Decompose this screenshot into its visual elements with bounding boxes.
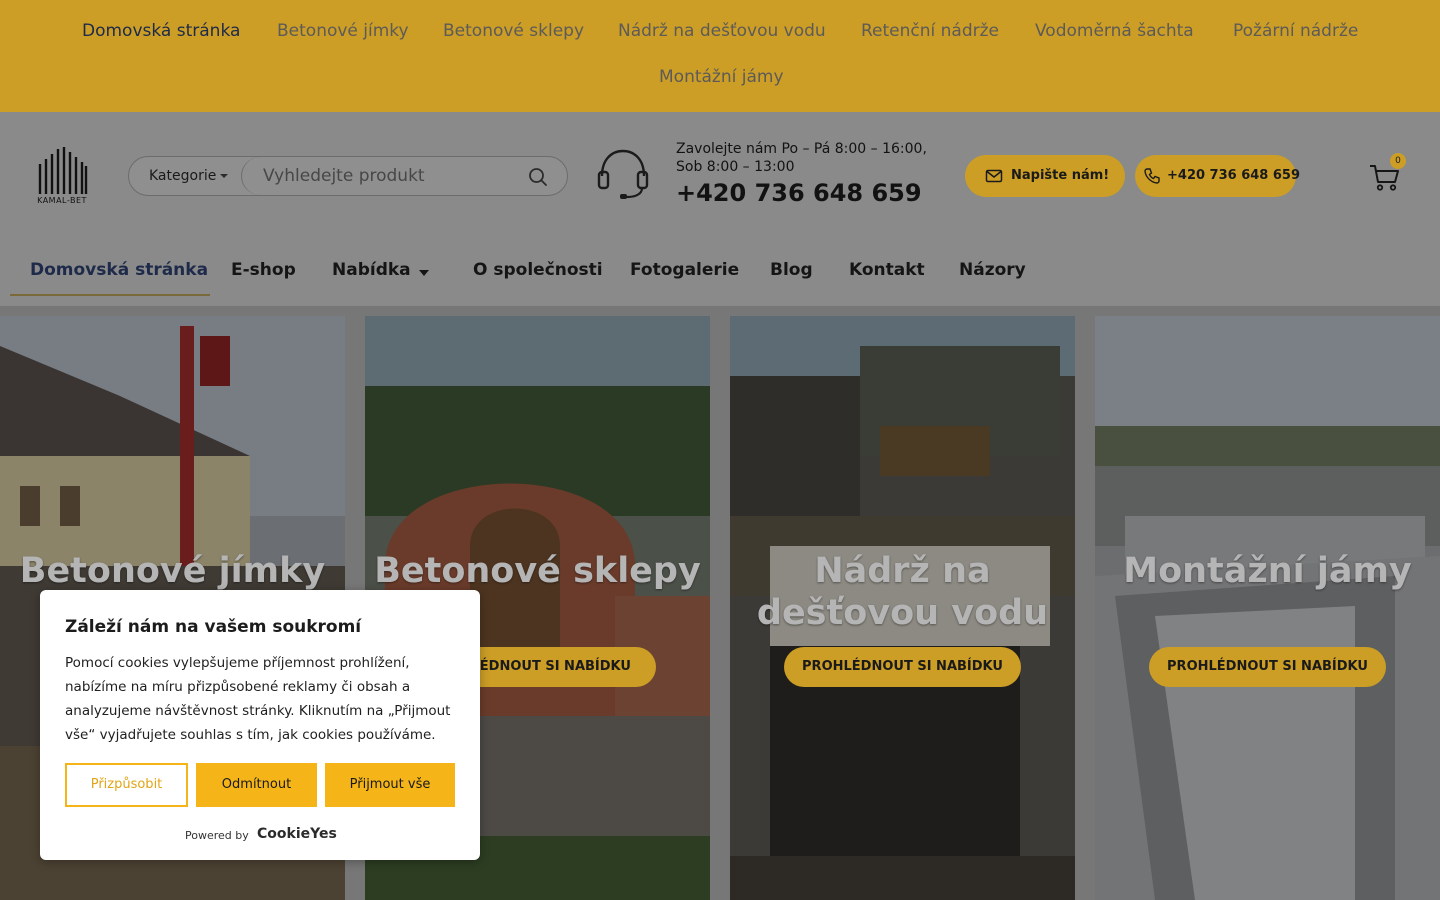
phone-icon xyxy=(1144,168,1160,184)
phone-button-label: +420 736 648 659 xyxy=(1167,168,1301,183)
cookie-body: Pomocí cookies vylepšujeme příjemnost pr… xyxy=(65,655,451,743)
category-select-label: Kategorie xyxy=(149,168,217,184)
cookie-consent-dialog: Záleží nám na vašem soukromí Pomocí cook… xyxy=(40,590,480,860)
card-photo-concrete-pits xyxy=(1095,316,1440,900)
nav-kontakt[interactable]: Kontakt xyxy=(849,260,925,280)
top-nav-vodomerna-sachta[interactable]: Vodoměrná šachta xyxy=(1035,21,1194,41)
building-logo-icon xyxy=(38,147,88,194)
nav-blog[interactable]: Blog xyxy=(770,260,813,280)
site-header: KAMAL-BET Kategorie Zavolejte nám Po – P… xyxy=(0,112,1440,306)
card-cta-button[interactable]: PROHLÉDNOUT SI NABÍDKU xyxy=(784,647,1021,687)
cookie-title: Záleží nám na vašem soukromí xyxy=(65,617,362,637)
top-category-bar: Domovská stránka Betonové jímky Betonové… xyxy=(0,0,1440,112)
top-nav-montazni-jamy[interactable]: Montážní jámy xyxy=(659,67,784,87)
active-nav-underline xyxy=(10,294,210,296)
category-card-nadrz[interactable]: Nádrž na dešťovou vodu PROHLÉDNOUT SI NA… xyxy=(730,316,1075,900)
cookie-accept-all-button[interactable]: Přijmout vše xyxy=(325,763,455,807)
card-title: Montážní jámy xyxy=(1123,551,1412,591)
envelope-icon xyxy=(985,169,1003,183)
phone-button[interactable]: +420 736 648 659 xyxy=(1135,155,1300,197)
top-nav-retencni-nadrze[interactable]: Retenční nádrže xyxy=(861,21,999,41)
nav-eshop[interactable]: E-shop xyxy=(231,260,296,280)
call-number[interactable]: +420 736 648 659 xyxy=(676,179,922,207)
nav-nabidka[interactable]: Nabídka xyxy=(332,260,411,280)
caret-down-icon xyxy=(220,174,228,178)
write-us-label: Napište nám! xyxy=(1011,168,1110,183)
headset-icon xyxy=(597,149,649,199)
cookie-customize-button[interactable]: Přizpůsobit xyxy=(65,763,188,807)
search-bar: Kategorie xyxy=(128,156,568,196)
cookieyes-logo[interactable]: CookieYes xyxy=(257,826,337,842)
nav-fotogalerie[interactable]: Fotogalerie xyxy=(630,260,739,280)
top-nav-home[interactable]: Domovská stránka xyxy=(82,21,240,41)
cart-count-badge: 0 xyxy=(1390,153,1406,169)
category-card-montazni-jamy[interactable]: Montážní jámy PROHLÉDNOUT SI NABÍDKU xyxy=(1095,316,1440,900)
top-nav-betonove-jimky[interactable]: Betonové jímky xyxy=(277,21,409,41)
card-cta-button[interactable]: PROHLÉDNOUT SI NABÍDKU xyxy=(1149,647,1386,687)
card-title: Betonové sklepy xyxy=(374,551,701,591)
top-nav-nadrz-destova-voda[interactable]: Nádrž na dešťovou vodu xyxy=(618,21,826,41)
card-title: Nádrž na dešťovou vodu xyxy=(756,551,1049,633)
cookie-reject-button[interactable]: Odmítnout xyxy=(196,763,317,807)
search-icon[interactable] xyxy=(527,166,549,188)
logo-text: KAMAL-BET xyxy=(37,196,87,205)
top-nav-betonove-sklepy[interactable]: Betonové sklepy xyxy=(443,21,584,41)
powered-by-label: Powered by xyxy=(185,829,249,842)
top-nav-pozarni-nadrze[interactable]: Požární nádrže xyxy=(1233,21,1358,41)
search-input[interactable] xyxy=(241,157,521,195)
nav-nazory[interactable]: Názory xyxy=(959,260,1026,280)
logo[interactable]: KAMAL-BET xyxy=(30,146,94,210)
nav-home[interactable]: Domovská stránka xyxy=(30,260,208,280)
write-us-button[interactable]: Napište nám! xyxy=(965,155,1125,197)
nabidka-caret-icon[interactable] xyxy=(419,270,429,276)
nav-o-spolecnosti[interactable]: O společnosti xyxy=(473,260,603,280)
call-hours: Zavolejte nám Po – Pá 8:00 – 16:00, Sob … xyxy=(676,141,927,175)
card-title: Betonové jímky xyxy=(19,551,326,591)
